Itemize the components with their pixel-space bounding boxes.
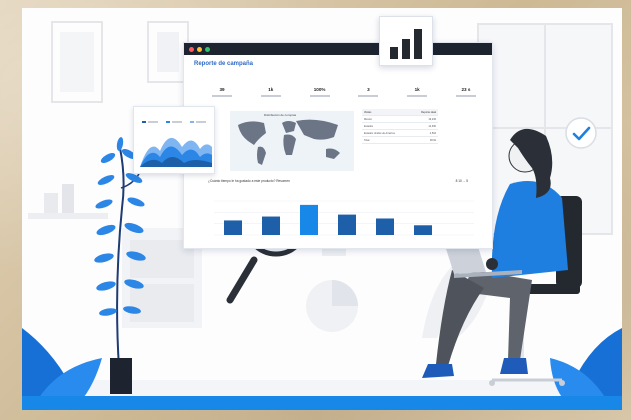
checkmark-icon [565, 117, 597, 149]
bar-chart-card [379, 16, 433, 66]
shelf [28, 213, 108, 219]
illustration-panel: Reporte de campaña 39 1k 100% 3 1k 23 s … [22, 8, 622, 410]
area-chart-icon [140, 121, 212, 167]
chart-bar [224, 220, 242, 235]
wall-frame-left-inner [60, 32, 94, 92]
bar-chart [214, 200, 474, 236]
bottom-accent-band [22, 396, 622, 410]
chart-bar [338, 214, 356, 235]
campaign-report-window: Reporte de campaña 39 1k 100% 3 1k 23 s … [183, 42, 493, 249]
chart-bar [262, 216, 280, 235]
chart-bar [414, 225, 432, 235]
chart-bar [376, 218, 394, 235]
bar-chart-icon [390, 29, 422, 59]
area-chart-card [133, 106, 215, 174]
chart-bar [300, 204, 318, 235]
